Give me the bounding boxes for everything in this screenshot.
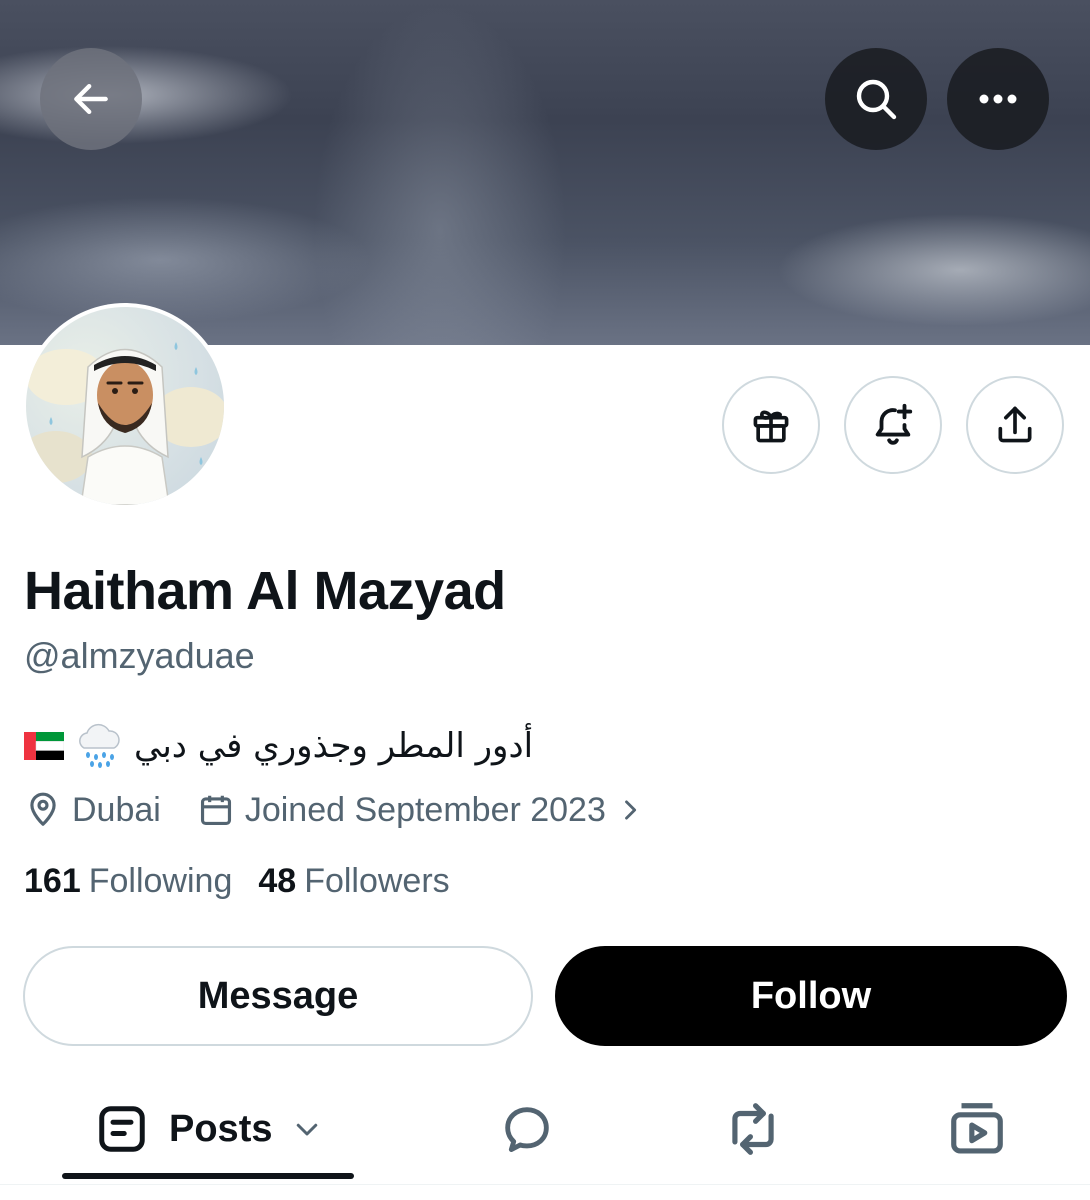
tab-posts-label: Posts <box>169 1107 273 1150</box>
follow-button[interactable]: Follow <box>555 946 1067 1046</box>
follow-stats: 161 Following 48 Followers <box>24 862 450 901</box>
gift-icon <box>753 410 789 443</box>
notification-bell-icon <box>875 403 913 445</box>
location-text: Dubai <box>72 790 161 829</box>
posts-icon <box>99 1106 145 1152</box>
profile-meta: Dubai Joined September 2023 <box>24 785 644 835</box>
message-button[interactable]: Message <box>23 946 533 1046</box>
followers-stat[interactable]: 48 Followers <box>258 862 449 901</box>
avatar[interactable] <box>22 303 228 509</box>
share-icon <box>998 406 1032 443</box>
tabs-divider <box>0 1184 1090 1185</box>
joined-text: Joined September 2023 <box>244 790 606 829</box>
back-arrow-icon <box>74 83 108 115</box>
replies-icon <box>505 1107 549 1152</box>
profile-name: Haitham Al Mazyad <box>24 561 506 621</box>
search-button[interactable] <box>825 48 927 150</box>
uae-flag-icon <box>24 732 64 760</box>
media-icon <box>951 1103 1003 1154</box>
more-options-button[interactable] <box>947 48 1049 150</box>
reposts-icon <box>732 1103 774 1155</box>
profile-banner[interactable] <box>0 0 1090 345</box>
active-tab-indicator <box>62 1173 354 1179</box>
location: Dubai <box>24 791 161 830</box>
following-count: 161 <box>24 862 81 900</box>
chevron-down-icon <box>297 1123 318 1136</box>
profile-bio: أدور المطر وجذوري في دبي <box>24 720 584 772</box>
search-icon <box>856 79 897 120</box>
profile-tabs: Posts <box>0 1080 1090 1200</box>
following-label: Following <box>88 862 233 900</box>
tab-replies[interactable] <box>498 1094 556 1164</box>
profile-handle: @almzyaduae <box>24 635 255 676</box>
calendar-icon <box>200 795 231 826</box>
avatar-illustration <box>26 342 224 505</box>
back-button[interactable] <box>40 48 142 150</box>
cloud-with-rain-icon <box>79 723 120 768</box>
more-icon <box>979 94 1017 104</box>
followers-label: Followers <box>304 862 450 900</box>
share-button[interactable] <box>966 376 1064 474</box>
gift-button[interactable] <box>722 376 820 474</box>
chevron-right-icon <box>624 800 636 820</box>
tab-media[interactable] <box>946 1094 1008 1164</box>
tab-reposts[interactable] <box>722 1094 784 1164</box>
joined-date[interactable]: Joined September 2023 <box>197 791 644 830</box>
followers-count: 48 <box>258 862 297 900</box>
bio-text: أدور المطر وجذوري في دبي <box>134 726 534 766</box>
following-stat[interactable]: 161 Following <box>24 862 232 901</box>
notifications-button[interactable] <box>844 376 942 474</box>
location-pin-icon <box>30 792 56 826</box>
tab-posts[interactable]: Posts <box>95 1094 322 1164</box>
